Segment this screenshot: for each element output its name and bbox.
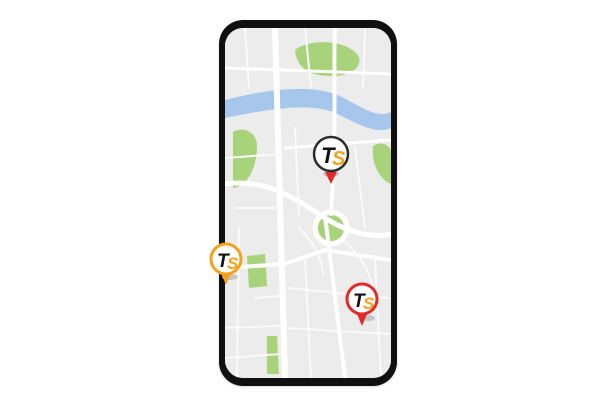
location-pin-top[interactable]: T S [307, 132, 353, 188]
logo-letter-s: S [227, 254, 239, 273]
park-area [247, 254, 267, 288]
logo-letter-s: S [332, 148, 346, 170]
pin-tip [325, 172, 337, 184]
logo-letter-s: S [363, 294, 375, 313]
stage: T S T S T S [0, 0, 612, 408]
location-pin-right[interactable]: T S [341, 280, 383, 332]
location-pin-left[interactable]: T S [206, 241, 246, 289]
